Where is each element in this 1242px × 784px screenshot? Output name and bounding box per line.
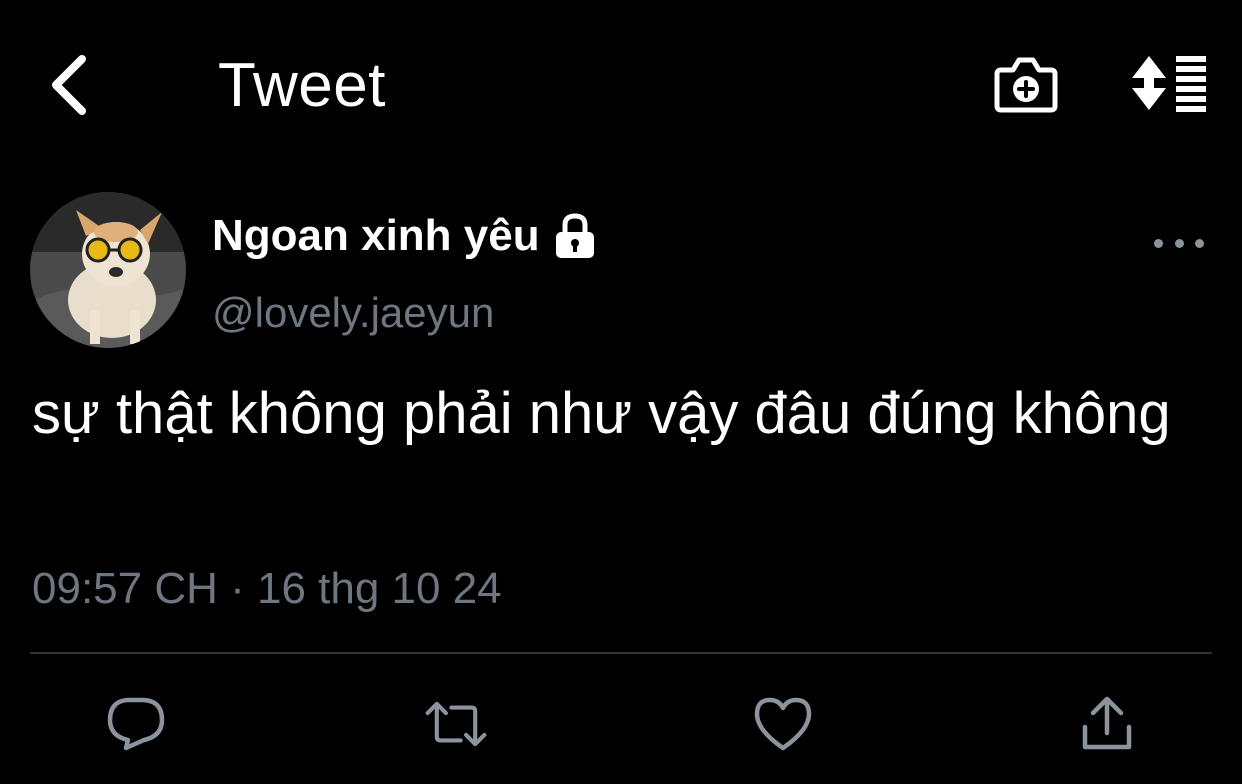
reply-button[interactable] bbox=[104, 692, 168, 756]
divider bbox=[30, 652, 1212, 654]
chevron-left-icon bbox=[52, 55, 86, 115]
sort-list-icon bbox=[1132, 56, 1206, 112]
more-dot-icon bbox=[1174, 238, 1184, 248]
more-options-button[interactable] bbox=[1154, 226, 1204, 260]
retweet-button[interactable] bbox=[424, 692, 488, 756]
retweet-icon bbox=[425, 701, 487, 747]
tweet-text: sự thật không phải như vậy đâu đúng khôn… bbox=[32, 381, 1171, 446]
lock-icon bbox=[555, 213, 594, 258]
camera-plus-icon bbox=[994, 57, 1058, 113]
like-button[interactable] bbox=[751, 692, 815, 756]
more-dot-icon bbox=[1195, 238, 1204, 248]
heart-icon bbox=[754, 697, 812, 751]
author-avatar[interactable] bbox=[30, 192, 186, 348]
author-handle[interactable]: @lovely.jaeyun bbox=[212, 286, 494, 340]
top-bar: Tweet bbox=[0, 0, 1242, 170]
more-dot-icon bbox=[1154, 238, 1163, 248]
share-icon bbox=[1082, 696, 1132, 750]
sort-button[interactable] bbox=[1128, 52, 1210, 114]
page-title: Tweet bbox=[218, 51, 386, 120]
back-button[interactable] bbox=[40, 50, 96, 120]
reply-icon bbox=[107, 697, 165, 751]
author-name: Ngoan xinh yêu bbox=[212, 211, 540, 260]
author-name-row[interactable]: Ngoan xinh yêu bbox=[212, 208, 598, 264]
camera-button[interactable] bbox=[993, 52, 1059, 116]
tweet-timestamp: 09:57 CH · 16 thg 10 24 bbox=[32, 564, 502, 613]
dog-with-sunglasses-avatar bbox=[30, 192, 186, 348]
share-button[interactable] bbox=[1075, 692, 1139, 756]
tweet-detail-screen: Tweet Ngoan xinh yêu @lovely.jaeyun sự t… bbox=[0, 0, 1242, 784]
